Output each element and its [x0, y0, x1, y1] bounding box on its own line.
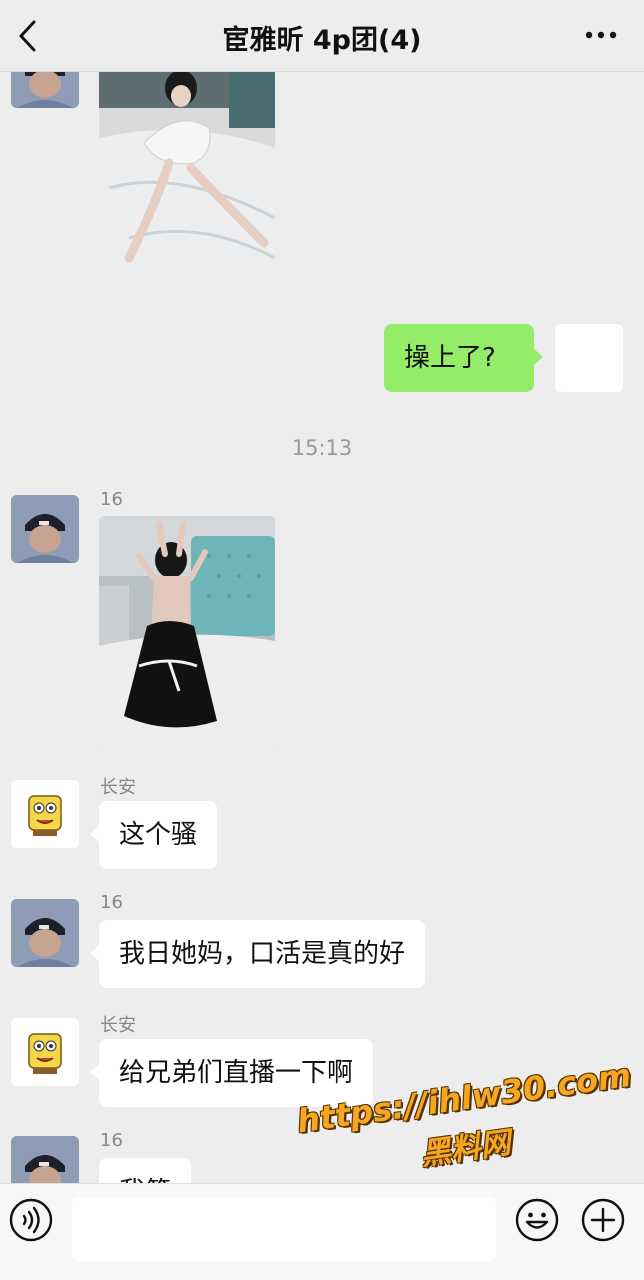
- message-list[interactable]: 操上了? 15:13 16 长安 这个骚 16 我日她妈，口活是真的好 长安 给…: [0, 72, 644, 1183]
- avatar[interactable]: [11, 780, 79, 848]
- sender-name: 长安: [100, 777, 136, 798]
- chat-title: 宦雅昕 4p团(4): [222, 25, 422, 56]
- avatar[interactable]: [11, 1136, 79, 1183]
- sender-name: 16: [100, 489, 123, 510]
- message-bubble[interactable]: 给兄弟们直播一下啊: [89, 1039, 374, 1107]
- chat-photo[interactable]: [99, 516, 275, 750]
- input-bar: [0, 1183, 644, 1280]
- chat-photo[interactable]: [99, 72, 275, 295]
- plus-icon[interactable]: [580, 1197, 626, 1243]
- message-bubble[interactable]: 我日她妈，口活是真的好: [89, 920, 426, 988]
- sender-name: 16: [100, 892, 123, 913]
- sender-name: 16: [100, 1130, 123, 1151]
- emoji-icon[interactable]: [514, 1197, 560, 1243]
- sender-name: 长安: [100, 1015, 136, 1036]
- voice-icon[interactable]: [8, 1197, 54, 1243]
- avatar[interactable]: [11, 899, 79, 967]
- more-dots-icon[interactable]: [584, 22, 618, 48]
- message-input[interactable]: [72, 1197, 496, 1261]
- time-divider: 15:13: [291, 436, 353, 460]
- chat-header: 宦雅昕 4p团(4): [0, 0, 644, 72]
- avatar[interactable]: [11, 1018, 79, 1086]
- message-bubble-self[interactable]: 操上了?: [384, 324, 543, 392]
- avatar[interactable]: [11, 72, 79, 108]
- message-bubble[interactable]: 我第: [89, 1158, 192, 1183]
- avatar-self[interactable]: [555, 324, 623, 392]
- message-bubble[interactable]: 这个骚: [89, 801, 218, 869]
- avatar[interactable]: [11, 495, 79, 563]
